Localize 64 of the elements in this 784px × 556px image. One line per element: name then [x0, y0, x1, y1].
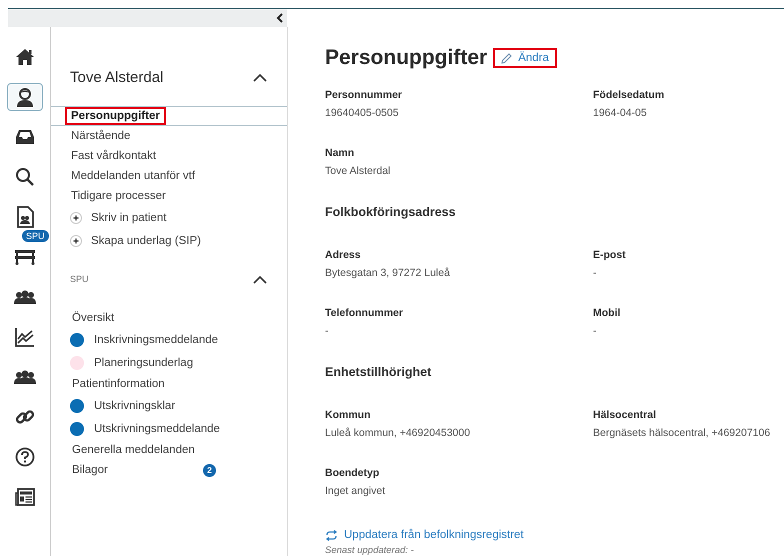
field-label: E-post: [593, 248, 627, 263]
field-label: Telefonnummer: [325, 306, 404, 321]
count-badge: 2: [203, 464, 216, 476]
group-icon: [14, 370, 36, 384]
field-label: Hälsocentral: [593, 408, 658, 423]
sidebar-item[interactable]: Bilagor: [66, 461, 114, 479]
field-value: Luleå kommun, +46920453000: [325, 426, 472, 441]
help-icon: [15, 447, 35, 467]
section-heading: Enhetstillhörighet: [325, 364, 432, 381]
field-label: Mobil: [593, 306, 622, 321]
field-label: Kommun: [325, 408, 372, 423]
newspaper-icon: [15, 488, 35, 506]
sidebar-item[interactable]: Utskrivningsklar: [88, 396, 182, 414]
refresh-link[interactable]: Uppdatera från befolkningsregistret: [344, 529, 524, 541]
sidebar-item[interactable]: Patientinformation: [66, 375, 171, 393]
action-link[interactable]: Skriv in patient: [91, 212, 166, 224]
field-value: Bergnäsets hälsocentral, +469207106: [593, 426, 772, 441]
sidebar-item[interactable]: Fast vårdkontakt: [65, 147, 162, 165]
sidebar-item[interactable]: Meddelanden utanför vtf: [65, 167, 202, 185]
field-value: Inget angivet: [325, 484, 386, 499]
nav-rail-button[interactable]: [7, 83, 43, 111]
field-value: -: [325, 324, 330, 339]
page-title: Personuppgifter: [325, 46, 488, 70]
document-icon: [16, 206, 34, 228]
field-value: -: [593, 324, 598, 339]
field-value: 19640405-0505: [325, 106, 400, 121]
sidebar-item[interactable]: Närstående: [65, 127, 136, 145]
field-value: Tove Alsterdal: [325, 164, 392, 179]
section-label: SPU: [70, 274, 89, 284]
refresh-icon: [325, 530, 338, 540]
sidebar-item[interactable]: Personuppgifter: [65, 107, 166, 125]
field-label: Personnummer: [325, 88, 404, 103]
search-icon: [15, 167, 35, 187]
sidebar-item[interactable]: Inskrivningsmeddelande: [88, 330, 224, 348]
spu-badge: SPU: [22, 230, 49, 242]
last-updated-text: Senast uppdaterad: -: [325, 544, 415, 556]
collapse-chevron-icon[interactable]: [253, 274, 267, 284]
collapse-chevron-icon[interactable]: [253, 72, 267, 82]
plus-icon[interactable]: [70, 234, 82, 246]
group-icon: [14, 290, 36, 304]
action-link[interactable]: Skapa underlag (SIP): [91, 234, 201, 246]
field-label: Adress: [325, 248, 362, 263]
pencil-icon: [501, 52, 512, 64]
inbox-icon: [15, 129, 35, 145]
sidebar-item[interactable]: Generella meddelanden: [66, 441, 201, 459]
person-icon: [16, 87, 34, 107]
field-label: Födelsedatum: [593, 88, 666, 103]
edit-button[interactable]: Ändra: [493, 48, 557, 68]
sidebar-item[interactable]: Tidigare processer: [65, 187, 172, 205]
field-value: 1964-04-05: [593, 106, 648, 121]
field-label: Boendetyp: [325, 466, 380, 481]
collapse-icon[interactable]: [276, 13, 283, 23]
field-value: -: [593, 266, 598, 281]
field-value: Bytesgatan 3, 97272 Luleå: [325, 266, 451, 281]
sidebar-item[interactable]: Planeringsunderlag: [88, 354, 200, 372]
sidebar-item[interactable]: Utskrivningsmeddelande: [88, 420, 226, 438]
plus-icon[interactable]: [70, 212, 82, 224]
sidebar-item[interactable]: Översikt: [66, 309, 120, 327]
chart-icon: [15, 327, 35, 347]
patient-name: Tove Alsterdal: [70, 68, 164, 86]
home-icon: [15, 48, 35, 66]
field-label: Namn: [325, 146, 356, 161]
section-heading: Folkbokföringsadress: [325, 204, 457, 221]
bed-icon: [14, 249, 36, 265]
